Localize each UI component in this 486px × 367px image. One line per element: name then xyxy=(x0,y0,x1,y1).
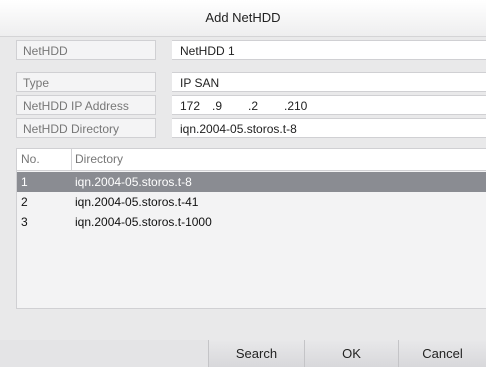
ip-row: NetHDD IP Address 172.9.2.210 xyxy=(16,95,486,115)
column-header-directory: Directory xyxy=(75,152,124,166)
directory-input[interactable]: iqn.2004-05.storos.t-8 xyxy=(172,118,486,138)
type-select[interactable]: IP SAN ⌄ xyxy=(172,72,486,92)
type-label: Type xyxy=(16,72,156,92)
nethdd-label: NetHDD xyxy=(16,40,156,60)
dialog-footer: Search OK Cancel xyxy=(0,340,486,367)
ok-button[interactable]: OK xyxy=(304,340,398,367)
table-header: No. Directory xyxy=(17,149,486,171)
directory-table: No. Directory 1 iqn.2004-05.storos.t-8 2… xyxy=(16,148,486,309)
table-row[interactable]: 1 iqn.2004-05.storos.t-8 xyxy=(17,172,486,192)
ip-address-input[interactable]: 172.9.2.210 xyxy=(172,95,486,115)
ip-label: NetHDD IP Address xyxy=(16,95,156,115)
directory-label: NetHDD Directory xyxy=(16,118,156,138)
nethdd-select-value: NetHDD 1 xyxy=(180,44,235,58)
search-button[interactable]: Search xyxy=(208,340,304,367)
table-row[interactable]: 2 iqn.2004-05.storos.t-41 xyxy=(17,192,486,212)
ip-octet-3[interactable]: .2 xyxy=(242,96,284,116)
add-nethdd-dialog: Add NetHDD NetHDD NetHDD 1 ⌄ Type IP SAN… xyxy=(0,0,486,367)
column-header-no: No. xyxy=(21,152,40,166)
ip-octet-1[interactable]: 172 xyxy=(180,96,212,116)
cancel-button[interactable]: Cancel xyxy=(398,340,486,367)
ip-octet-4[interactable]: .210 xyxy=(284,96,324,116)
nethdd-row: NetHDD NetHDD 1 ⌄ xyxy=(16,40,486,60)
row-directory: iqn.2004-05.storos.t-41 xyxy=(75,195,199,209)
column-divider xyxy=(71,149,72,170)
type-row: Type IP SAN ⌄ xyxy=(16,72,486,92)
ip-octet-2[interactable]: .9 xyxy=(212,96,242,116)
table-row[interactable]: 3 iqn.2004-05.storos.t-1000 xyxy=(17,212,486,232)
type-select-value: IP SAN xyxy=(180,76,220,90)
row-no: 2 xyxy=(21,195,28,209)
directory-row: NetHDD Directory iqn.2004-05.storos.t-8 xyxy=(16,118,486,138)
row-directory: iqn.2004-05.storos.t-1000 xyxy=(75,215,212,229)
nethdd-select[interactable]: NetHDD 1 ⌄ xyxy=(172,40,486,60)
row-no: 1 xyxy=(21,175,28,189)
row-no: 3 xyxy=(21,215,28,229)
row-directory: iqn.2004-05.storos.t-8 xyxy=(75,175,192,189)
dialog-title: Add NetHDD xyxy=(0,0,486,37)
